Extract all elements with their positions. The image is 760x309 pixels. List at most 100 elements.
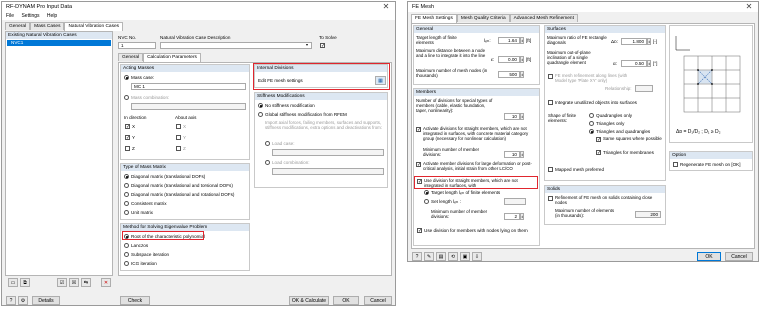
tab-fe-mesh-settings[interactable]: FE Mesh Settings [411, 14, 457, 23]
close-icon[interactable]: ✕ [740, 2, 758, 12]
load-icon[interactable]: ⇩ [472, 252, 482, 261]
subtab-general[interactable]: General [118, 53, 144, 61]
tri-membranes-checkbox[interactable]: ✓ [596, 150, 601, 156]
quadrangles-only-radio[interactable] [589, 113, 594, 118]
tab-mass-cases[interactable]: Mass Cases [30, 22, 65, 30]
max-oop-field[interactable]: 0.50 [621, 60, 647, 67]
mapped-mesh-checkbox[interactable] [548, 167, 553, 172]
max-distance-spinner[interactable]: ⇕ [520, 56, 524, 63]
integrate-checkbox[interactable] [548, 100, 553, 105]
use-nodes-checkbox[interactable]: ✓ [417, 228, 422, 234]
relationship-field[interactable] [635, 85, 653, 92]
tab-mesh-quality-criteria[interactable]: Mesh Quality Criteria [456, 14, 510, 22]
check-button[interactable]: Check [120, 296, 150, 305]
check-all-icon[interactable]: ☑ [57, 278, 67, 287]
max-oop-spinner[interactable]: ⇕ [647, 60, 651, 67]
max-elements-field[interactable]: 200 [635, 211, 661, 218]
load-combination-radio[interactable] [265, 160, 270, 165]
uncheck-all-icon[interactable]: ☒ [69, 278, 79, 287]
cancel-button[interactable]: Cancel [364, 296, 392, 305]
global-stiffness-radio[interactable] [258, 112, 263, 117]
target-length-spinner[interactable]: ⇕ [520, 37, 524, 44]
new-case-icon[interactable]: ▭ [8, 278, 18, 287]
edit-icon[interactable]: ✎ [424, 252, 434, 261]
ok-calculate-button[interactable]: OK & Calculate [289, 296, 329, 305]
calculator-icon[interactable]: ▤ [436, 252, 446, 261]
cancel-button[interactable]: Cancel [725, 252, 753, 261]
target-length-radio[interactable] [424, 190, 429, 195]
method-option-3-radio[interactable] [124, 252, 129, 257]
min-div-spinner[interactable]: ⇕ [520, 151, 524, 158]
help-icon[interactable]: ? [412, 252, 422, 261]
menu-file[interactable]: File [6, 13, 14, 19]
integrate-label: Integrate unutilized objects into surfac… [555, 100, 637, 105]
mass-matrix-option-2-radio[interactable] [124, 183, 129, 188]
load-combination-select[interactable] [272, 168, 384, 175]
set-length-field[interactable] [504, 198, 526, 205]
nvc-no-field[interactable]: 1 [118, 42, 156, 49]
same-squares-checkbox[interactable]: ✓ [596, 137, 601, 143]
no-stiffness-radio[interactable] [258, 103, 263, 108]
ok-button[interactable]: OK [333, 296, 359, 305]
mass-matrix-option-1-radio[interactable] [124, 174, 129, 179]
tab-natural-vibration-cases[interactable]: Natural Vibration Cases [64, 22, 124, 31]
axis-z-checkbox[interactable] [176, 146, 181, 151]
details-button[interactable]: Details [32, 296, 60, 305]
menu-settings[interactable]: Settings [21, 13, 39, 19]
min-div-field[interactable]: 10 [504, 151, 520, 158]
save-icon[interactable]: ▣ [460, 252, 470, 261]
max-nodes-field[interactable]: 500 [498, 71, 520, 78]
max-ratio-field[interactable]: 1.800 [621, 38, 647, 45]
delete-icon[interactable]: ✕ [101, 278, 111, 287]
solids-refine-checkbox[interactable] [548, 196, 553, 201]
dir-x-checkbox[interactable]: ✓ [125, 124, 130, 130]
method-option-4-radio[interactable] [124, 261, 129, 266]
list-item[interactable]: NVC1 [7, 40, 111, 46]
copy-case-icon[interactable]: ⧉ [20, 278, 30, 287]
activate-divisions-label: Activate divisions for straight members,… [423, 126, 529, 141]
set-length-radio[interactable] [424, 199, 429, 204]
max-ratio-spinner[interactable]: ⇕ [647, 38, 651, 45]
mass-case-select[interactable]: MC 1 [131, 83, 246, 90]
activate-divisions-checkbox[interactable]: ✓ [416, 127, 421, 133]
chevron-down-icon[interactable]: ▾ [306, 42, 308, 47]
subtab-calculation-parameters[interactable]: Calculation Parameters [143, 53, 201, 62]
units-icon[interactable]: ⚙ [18, 296, 28, 305]
regenerate-checkbox[interactable] [673, 162, 678, 167]
target-length-field[interactable]: 1.64 [498, 37, 520, 44]
max-nodes-spinner[interactable]: ⇕ [520, 71, 524, 78]
min-div2-spinner[interactable]: ⇕ [520, 213, 524, 220]
mass-combination-radio[interactable] [124, 95, 129, 100]
toggle-icon[interactable]: ⇆ [81, 278, 91, 287]
min-div2-field[interactable]: 2 [504, 213, 520, 220]
tab-advanced-mesh-refinement[interactable]: Advanced Mesh Refinement [509, 14, 578, 22]
mass-matrix-option-4-radio[interactable] [124, 201, 129, 206]
mass-matrix-option-5-radio[interactable] [124, 210, 129, 215]
div-special-spinner[interactable]: ⇕ [520, 113, 524, 120]
max-distance-field[interactable]: 0.00 [498, 56, 520, 63]
triangles-quadrangles-radio[interactable] [589, 129, 594, 134]
mapped-mesh-label: Mapped mesh preferred [555, 167, 605, 172]
dir-y-checkbox[interactable]: ✓ [125, 135, 130, 141]
ok-button[interactable]: OK [697, 252, 721, 261]
activate-large-checkbox[interactable]: ✓ [416, 162, 421, 168]
close-icon[interactable]: ✕ [377, 2, 395, 12]
description-field[interactable] [160, 42, 312, 49]
dir-z-checkbox[interactable] [125, 146, 130, 151]
defaults-icon[interactable]: ⟲ [448, 252, 458, 261]
load-case-radio[interactable] [265, 141, 270, 146]
load-case-select[interactable] [272, 149, 384, 156]
help-icon[interactable]: ? [6, 296, 16, 305]
mass-matrix-option-3-radio[interactable] [124, 192, 129, 197]
to-solve-checkbox[interactable]: ✓ [320, 43, 325, 49]
tab-general[interactable]: General [5, 22, 31, 30]
mass-case-radio[interactable] [124, 75, 129, 80]
axis-x-checkbox[interactable] [176, 124, 181, 129]
axis-y-checkbox[interactable] [176, 135, 181, 140]
triangles-only-radio[interactable] [589, 121, 594, 126]
menu-help[interactable]: Help [47, 13, 57, 19]
refine-lines-checkbox[interactable] [548, 74, 553, 79]
div-special-field[interactable]: 10 [504, 113, 520, 120]
method-option-2-radio[interactable] [124, 243, 129, 248]
mass-combination-select[interactable] [131, 103, 246, 110]
